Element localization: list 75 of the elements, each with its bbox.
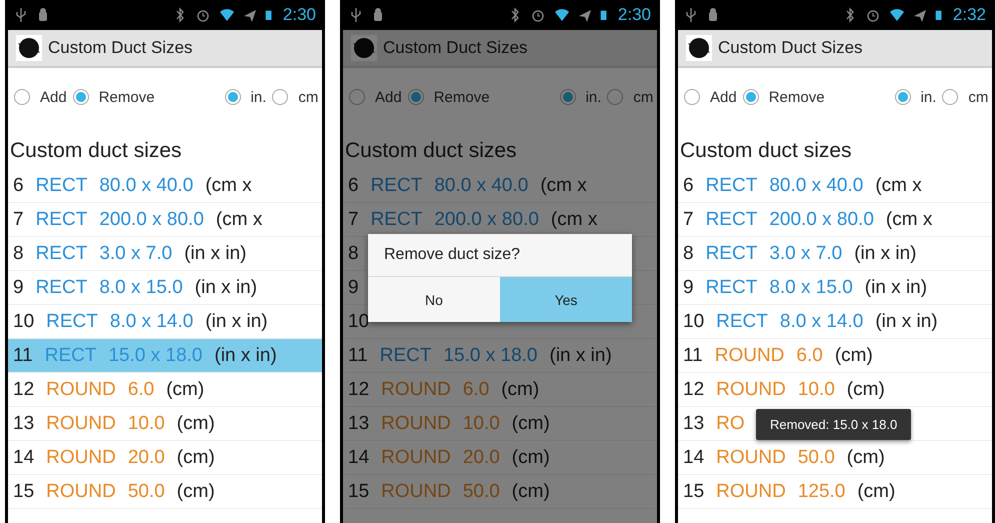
radio-button[interactable] [942,89,958,105]
section-heading: Custom duct sizes [344,138,518,164]
wifi-icon [218,7,235,23]
android-icon [36,7,50,23]
dialog-button[interactable]: Yes [500,277,632,322]
airplane-icon [242,7,257,23]
screen-title: Custom Duct Sizes [383,38,528,58]
duct-size-row[interactable]: 8 RECT 3.0 x 7.0 (in x in) [678,237,992,271]
radio-button[interactable] [607,89,624,105]
section-heading: Custom duct sizes [9,138,183,164]
radio-label: in. [250,88,266,106]
duct-size-row[interactable]: 14 ROUND 50.0 (cm) [678,441,992,475]
radio-button[interactable] [14,89,30,105]
duct-size-row[interactable]: 6 RECT 80.0 x 40.0 (cm x [343,169,657,203]
radio-label: Add [40,88,67,106]
radio-button[interactable] [894,89,911,105]
duct-size-row[interactable]: 15 ROUND 50.0 (cm) [343,475,657,509]
removed-toast: Removed: 15.0 x 18.0 [756,409,912,440]
duct-size-row[interactable]: 11 RECT 15.0 x 18.0 (in x in) [343,339,657,373]
airplane-icon [578,7,592,23]
radio-label: Add [710,88,737,106]
logo-icon [16,35,42,61]
status-time: 2:32 [952,5,986,25]
radio-label: cm [633,88,654,106]
radio-label: cm [298,88,318,106]
duct-size-row[interactable]: 15 ROUND 50.0 (cm) [8,475,322,509]
duct-size-row[interactable]: 6 RECT 80.0 x 40.0 (cm x [8,169,322,203]
duct-size-row[interactable]: 11 RECT 15.0 x 18.0 (in x in) [8,339,322,373]
radio-button[interactable] [408,89,424,105]
duct-size-row[interactable]: 10 RECT 8.0 x 14.0 (in x in) [678,305,992,339]
screen-title: Custom Duct Sizes [718,38,863,58]
usb-icon [14,7,28,23]
radio-button[interactable] [272,89,288,105]
duct-size-row[interactable]: 12 ROUND 6.0 (cm) [8,373,322,407]
screen-title: Custom Duct Sizes [48,38,193,58]
airplane-icon [912,7,927,23]
duct-size-row[interactable]: 15 ROUND 125.0 (cm) [678,475,992,509]
android-icon [371,7,385,23]
duct-size-row[interactable]: 13 ROUND 10.0 (cm) [8,407,322,441]
duct-size-row[interactable]: 12 ROUND 6.0 (cm) [343,373,657,407]
duct-size-row[interactable]: 13 ROUND 10.0 (cm) [343,407,657,441]
radio-button[interactable] [742,89,759,105]
wifi-icon [554,7,570,23]
radio-label: Remove [768,88,825,106]
duct-size-row[interactable]: 14 ROUND 20.0 (cm) [8,441,322,475]
wifi-icon [888,7,905,23]
status-time: 2:30 [618,5,651,25]
radio-label: in. [586,88,602,106]
radio-label: Add [375,88,402,106]
radio-label: cm [968,88,988,106]
section-heading: Custom duct sizes [679,138,853,164]
duct-size-row[interactable]: 14 ROUND 20.0 (cm) [343,441,657,475]
usb-icon [684,7,698,23]
radio-button[interactable] [72,89,89,105]
duct-size-row[interactable]: 6 RECT 80.0 x 40.0 (cm x [678,169,992,203]
status-time: 2:30 [282,5,316,25]
dialog-button[interactable]: No [368,277,500,322]
duct-size-row[interactable]: 8 RECT 3.0 x 7.0 (in x in) [8,237,322,271]
radio-button[interactable] [349,89,365,105]
radio-label: Remove [98,88,155,106]
radio-label: in. [920,88,936,106]
radio-button[interactable] [224,89,241,105]
logo-icon [686,35,712,61]
radio-label: Remove [434,88,490,106]
logo-icon [351,35,377,61]
duct-size-row[interactable]: 12 ROUND 10.0 (cm) [678,373,992,407]
duct-size-row[interactable]: 7 RECT 200.0 x 80.0 (cm x [678,203,992,237]
android-icon [706,7,720,23]
duct-size-row[interactable]: 11 ROUND 6.0 (cm) [678,339,992,373]
usb-icon [349,7,363,23]
duct-size-row[interactable]: 9 RECT 8.0 x 15.0 (in x in) [678,271,992,305]
duct-size-row[interactable]: 9 RECT 8.0 x 15.0 (in x in) [8,271,322,305]
radio-button[interactable] [684,89,700,105]
duct-size-row[interactable]: 7 RECT 200.0 x 80.0 (cm x [8,203,322,237]
radio-button[interactable] [560,89,576,105]
